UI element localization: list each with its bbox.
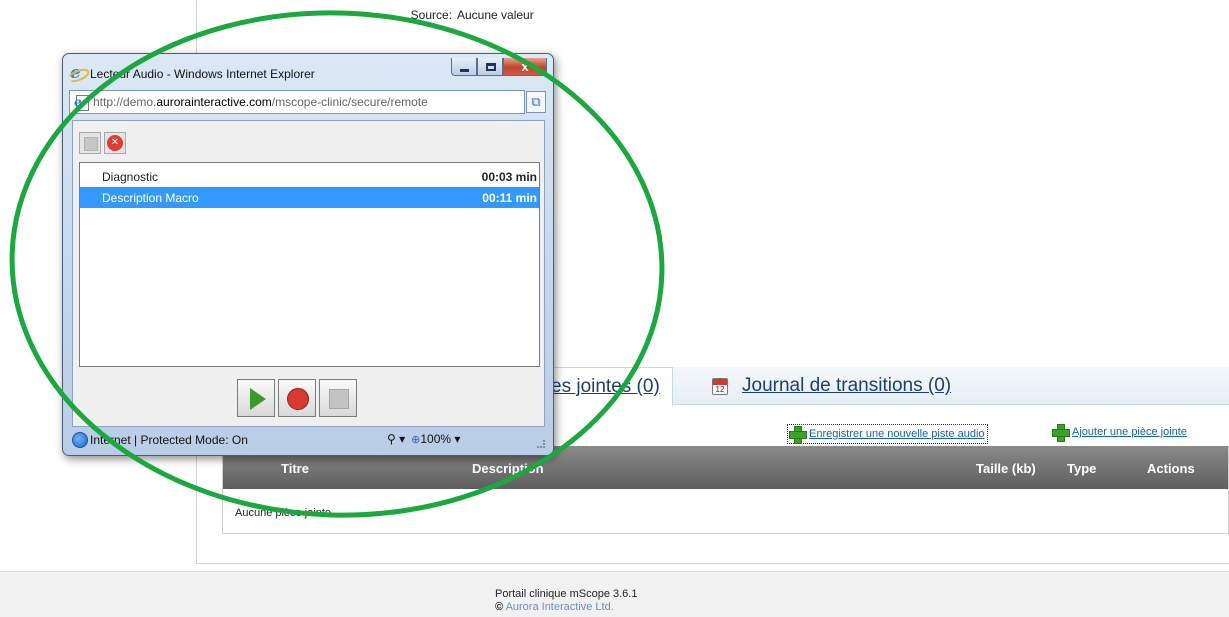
internet-explorer-icon <box>69 63 85 83</box>
player-content: Diagnostic 00:03 min Description Macro 0… <box>72 120 545 427</box>
tab-attachments[interactable]: es jointes (0) <box>540 367 673 406</box>
copyright-symbol: © <box>495 601 504 613</box>
window-titlebar[interactable]: Lecteur Audio - Windows Internet Explore… <box>69 58 547 88</box>
compatibility-view-button[interactable]: ⧉ <box>526 91 546 113</box>
track-item[interactable]: Diagnostic 00:03 min <box>80 166 539 187</box>
track-item-selected[interactable]: Description Macro 00:11 min <box>80 187 539 208</box>
minimize-button[interactable] <box>451 58 477 76</box>
column-header-actions: Actions <box>1147 461 1195 476</box>
track-name: Diagnostic <box>102 169 159 184</box>
player-toolbar <box>79 132 126 154</box>
record-button[interactable] <box>278 379 316 417</box>
stop-button[interactable] <box>319 379 357 417</box>
save-button[interactable] <box>79 132 101 154</box>
minimize-icon <box>460 69 469 72</box>
page-icon <box>74 94 90 111</box>
footer-text: Portail clinique mScope 3.6.1 © Aurora I… <box>495 588 637 614</box>
source-label: Source: <box>410 8 452 22</box>
plus-icon <box>1052 424 1070 442</box>
zoom-control[interactable]: ⊕100% ▾ <box>411 432 460 446</box>
delete-button[interactable] <box>104 132 126 154</box>
tabs-bar: es jointes (0) 12 Journal de transitions… <box>500 367 1229 406</box>
player-controls <box>237 379 357 417</box>
attachments-table: Titre Description Taille (kb) Type Actio… <box>222 446 1229 534</box>
zoom-icon: ⊕ <box>411 434 421 446</box>
address-bar[interactable]: http://demo.aurorainteractive.com/mscope… <box>69 90 525 114</box>
column-header-type[interactable]: Type <box>1067 461 1096 476</box>
footer-copyright: © Aurora Interactive Ltd. <box>495 601 637 614</box>
track-list[interactable]: Diagnostic 00:03 min Description Macro 0… <box>79 162 540 367</box>
column-header-description[interactable]: Description <box>472 461 544 476</box>
track-name: Description Macro <box>102 190 199 205</box>
empty-table-message: Aucune pièce jointe <box>235 507 332 519</box>
source-row: Source: Aucune valeur <box>396 8 534 22</box>
play-button[interactable] <box>237 379 275 417</box>
plus-icon <box>789 426 807 444</box>
maximize-icon <box>486 63 496 71</box>
close-button[interactable]: x <box>503 58 547 76</box>
tab-transition-log[interactable]: 12 Journal de transitions (0) <box>708 367 951 405</box>
calendar-icon: 12 <box>712 377 728 395</box>
footer-version: Portail clinique mScope 3.6.1 <box>495 588 638 600</box>
audio-player-window: Lecteur Audio - Windows Internet Explore… <box>62 53 554 456</box>
close-icon: x <box>521 59 529 74</box>
url-domain: aurorainteractive.com <box>156 95 272 109</box>
record-audio-link[interactable]: Enregistrer une nouvelle piste audio <box>809 428 985 440</box>
window-controls: x <box>451 58 547 76</box>
record-audio-action[interactable]: Enregistrer une nouvelle piste audio <box>787 424 988 444</box>
column-header-title[interactable]: Titre <box>281 461 309 476</box>
company-link[interactable]: Aurora Interactive Ltd. <box>506 601 614 613</box>
status-tools: ⚲ ▾ ⊕100% ▾ <box>387 432 460 446</box>
security-zone: Internet | Protected Mode: On <box>90 433 248 447</box>
globe-icon <box>72 432 88 448</box>
window-title: Lecteur Audio - Windows Internet Explore… <box>90 67 315 81</box>
source-value: Aucune valeur <box>457 8 534 22</box>
protected-mode-icon[interactable]: ⚲ ▾ <box>387 432 405 446</box>
resize-grip[interactable] <box>537 440 545 448</box>
maximize-button[interactable] <box>477 58 503 76</box>
tab-attachments-label: es jointes (0) <box>551 376 660 397</box>
zoom-level: 100% <box>420 432 452 446</box>
add-attachment-link[interactable]: Ajouter une pièce jointe <box>1072 426 1187 438</box>
tab-transition-log-label: Journal de transitions (0) <box>742 375 952 396</box>
add-attachment-action[interactable]: Ajouter une pièce jointe <box>1052 424 1187 442</box>
compatibility-view-icon: ⧉ <box>531 94 541 109</box>
footer: Portail clinique mScope 3.6.1 © Aurora I… <box>0 571 1229 617</box>
track-duration: 00:11 min <box>482 190 537 205</box>
status-bar: Internet | Protected Mode: On ⚲ ▾ ⊕100% … <box>69 430 547 450</box>
column-header-size[interactable]: Taille (kb) <box>976 461 1036 476</box>
url-path: /mscope-clinic/secure/remote <box>271 95 428 109</box>
url-prefix: http://demo. <box>93 95 157 109</box>
track-duration: 00:03 min <box>481 169 537 184</box>
